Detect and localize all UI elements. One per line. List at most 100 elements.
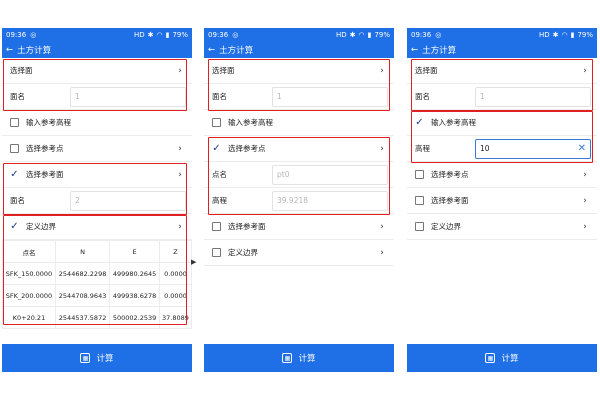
chevron-right-icon: › — [178, 65, 182, 76]
surface-name-input[interactable]: 1 — [70, 86, 186, 107]
arrow-left-icon[interactable]: ← — [6, 45, 13, 55]
form-content: 选择面 › 面名 1 输入参考高程 ✓ 选择参考点 › 点名 pt0 高程 39… — [204, 58, 394, 266]
define-boundary-row[interactable]: 定义边界 › — [204, 240, 394, 266]
define-boundary-label: 定义边界 — [26, 222, 56, 231]
form-content: 选择面 › 面名 1 ✓ 输入参考高程 高程 10 ✕ 选择参考点 › 选择参考… — [407, 58, 597, 240]
select-ref-point-row[interactable]: ✓ 选择参考点 › — [204, 136, 394, 162]
wifi-icon: ◠ — [156, 31, 163, 39]
checkbox-icon[interactable] — [415, 196, 424, 205]
boundary-table: 点名 N E Z SFK_150.0000 2544682.2298 49998… — [2, 240, 192, 329]
chevron-right-icon: › — [380, 221, 384, 232]
select-surface-row[interactable]: 选择面 › — [407, 58, 597, 84]
chevron-right-icon: › — [583, 221, 587, 232]
clear-icon[interactable]: ✕ — [578, 143, 586, 154]
input-ref-elev-row[interactable]: 输入参考高程 — [204, 110, 394, 136]
define-boundary-row[interactable]: 定义边界 › — [407, 214, 597, 240]
battery-level: 79% — [172, 31, 188, 39]
status-time: 09:36 — [411, 31, 432, 39]
select-ref-surface-row[interactable]: ✓ 选择参考面 › — [2, 162, 192, 188]
select-ref-surface-label: 选择参考面 — [431, 196, 469, 205]
col-header-point: 点名 — [2, 240, 56, 263]
surface-name-field: 面名 1 — [407, 84, 597, 110]
status-time: 09:36 — [6, 31, 27, 39]
select-ref-surface-label: 选择参考面 — [228, 222, 266, 231]
elevation-input[interactable]: 39.9218 — [272, 190, 388, 211]
cell-e: 499980.2645 — [109, 262, 160, 285]
chevron-right-icon: › — [178, 221, 182, 232]
status-time: 09:36 — [208, 31, 229, 39]
ref-surface-name-input[interactable]: 2 — [70, 190, 186, 211]
elevation-input[interactable]: 10 — [480, 144, 490, 153]
input-ref-elev-row[interactable]: 输入参考高程 — [2, 110, 192, 136]
surface-name-label: 面名 — [212, 92, 227, 101]
select-ref-point-row[interactable]: 选择参考点 › — [2, 136, 192, 162]
table-row[interactable]: K0+20.21 2544537.5872 500002.2539 37.808… — [2, 306, 192, 329]
select-ref-point-row[interactable]: 选择参考点 › — [407, 162, 597, 188]
select-ref-surface-row[interactable]: 选择参考面 › — [407, 188, 597, 214]
checkmark-icon[interactable]: ✓ — [212, 143, 221, 154]
elevation-label: 高程 — [212, 196, 227, 205]
surface-name-input[interactable]: 1 — [272, 86, 388, 107]
table-row[interactable]: SFK_200.0000 2544708.9643 499938.6278 0.… — [2, 284, 192, 307]
ref-surface-name-field: 面名 2 — [2, 188, 192, 214]
checkmark-icon[interactable]: ✓ — [10, 169, 19, 180]
checkbox-icon[interactable] — [415, 170, 424, 179]
location-icon: ◎ — [30, 31, 37, 39]
arrow-left-icon[interactable]: ← — [208, 45, 215, 55]
select-surface-label: 选择面 — [10, 66, 33, 75]
app-bar: ← 土方计算 — [204, 42, 394, 58]
calculate-button[interactable]: ▦ 计算 — [204, 344, 394, 372]
surface-name-input[interactable]: 1 — [475, 86, 591, 107]
calculate-label: 计算 — [298, 354, 316, 364]
chevron-right-icon: › — [583, 65, 587, 76]
calculate-button[interactable]: ▦ 计算 — [407, 344, 597, 372]
checkbox-icon[interactable] — [212, 118, 221, 127]
calculator-icon: ▦ — [485, 353, 496, 363]
elevation-field: 高程 10 ✕ — [407, 136, 597, 162]
surface-name-label: 面名 — [415, 92, 430, 101]
bluetooth-icon: ✱ — [349, 31, 356, 39]
select-surface-row[interactable]: 选择面 › — [204, 58, 394, 84]
cell-point: SFK_200.0000 — [2, 284, 56, 307]
calculate-button[interactable]: ▦ 计算 — [2, 344, 192, 372]
location-icon: ◎ — [435, 31, 442, 39]
surface-name-label: 面名 — [10, 92, 25, 101]
chevron-right-icon: › — [583, 169, 587, 180]
cell-z: 0.0000 — [158, 262, 192, 285]
chevron-right-icon: › — [380, 143, 384, 154]
elevation-input-box[interactable]: 10 ✕ — [475, 138, 591, 159]
cell-z: 0.0000 — [158, 284, 192, 307]
select-ref-point-label: 选择参考点 — [26, 144, 64, 153]
select-surface-label: 选择面 — [415, 66, 438, 75]
define-boundary-row[interactable]: ✓ 定义边界 › — [2, 214, 192, 240]
checkbox-icon[interactable] — [212, 222, 221, 231]
select-ref-surface-row[interactable]: 选择参考面 › — [204, 214, 394, 240]
checkmark-icon[interactable]: ✓ — [415, 117, 424, 128]
table-row[interactable]: SFK_150.0000 2544682.2298 499980.2645 0.… — [2, 262, 192, 285]
input-ref-elev-label: 输入参考高程 — [228, 118, 273, 127]
hd-badge: HD — [335, 31, 347, 39]
cell-point: SFK_150.0000 — [2, 262, 56, 285]
select-surface-row[interactable]: 选择面 › — [2, 58, 192, 84]
form-content: 选择面 › 面名 1 输入参考高程 选择参考点 › ✓ 选择参考面 › 面名 2… — [2, 58, 192, 329]
signal-icon: ▮ — [367, 31, 372, 39]
scroll-arrow-icon: ▶ — [191, 258, 197, 266]
input-ref-elev-row[interactable]: ✓ 输入参考高程 — [407, 110, 597, 136]
checkbox-icon[interactable] — [415, 222, 424, 231]
elevation-field: 高程 39.9218 — [204, 188, 394, 214]
select-ref-surface-label: 选择参考面 — [26, 170, 64, 179]
checkbox-icon[interactable] — [212, 248, 221, 257]
page-title: 土方计算 — [422, 46, 457, 56]
chevron-right-icon: › — [178, 169, 182, 180]
define-boundary-label: 定义边界 — [431, 222, 461, 231]
ref-surface-name-label: 面名 — [10, 196, 25, 205]
page-title: 土方计算 — [17, 46, 52, 56]
wifi-icon: ◠ — [561, 31, 568, 39]
arrow-left-icon[interactable]: ← — [411, 45, 418, 55]
checkbox-icon[interactable] — [10, 144, 19, 153]
surface-name-field: 面名 1 — [204, 84, 394, 110]
checkbox-icon[interactable] — [10, 118, 19, 127]
checkmark-icon[interactable]: ✓ — [10, 221, 19, 232]
point-name-input[interactable]: pt0 — [272, 164, 388, 185]
calculate-label: 计算 — [96, 354, 114, 364]
